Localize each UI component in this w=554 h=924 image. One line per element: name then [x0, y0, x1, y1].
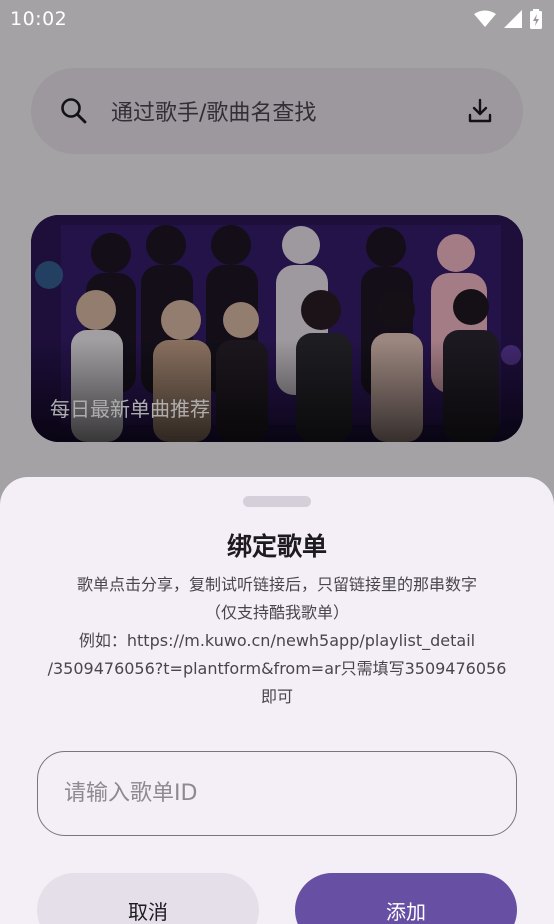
description-line: （仅支持酷我歌单）	[204, 603, 349, 622]
battery-charging-icon	[530, 9, 542, 29]
description-line: /3509476056?t=plantform&from=ar只需填写35094…	[47, 659, 507, 678]
playlist-id-field[interactable]	[37, 751, 517, 836]
description-line: 即可	[260, 687, 293, 706]
sheet-description: 歌单点击分享，复制试听链接后，只留链接里的那串数字 （仅支持酷我歌单） 例如：h…	[30, 571, 524, 711]
status-time: 10:02	[10, 8, 68, 30]
cancel-button[interactable]: 取消	[37, 873, 259, 924]
playlist-id-input[interactable]	[64, 781, 490, 806]
description-line: 歌单点击分享，复制试听链接后，只留链接里的那串数字	[76, 575, 477, 594]
status-bar: 10:02	[0, 0, 554, 38]
bind-playlist-sheet: 绑定歌单 歌单点击分享，复制试听链接后，只留链接里的那串数字 （仅支持酷我歌单）…	[0, 477, 554, 924]
drag-handle[interactable]	[243, 496, 311, 507]
signal-icon	[504, 10, 522, 28]
status-icons	[474, 9, 542, 29]
add-button[interactable]: 添加	[295, 873, 517, 924]
description-line: 例如：https://m.kuwo.cn/newh5app/playlist_d…	[78, 631, 476, 650]
sheet-title: 绑定歌单	[226, 532, 327, 561]
wifi-icon	[474, 10, 496, 27]
